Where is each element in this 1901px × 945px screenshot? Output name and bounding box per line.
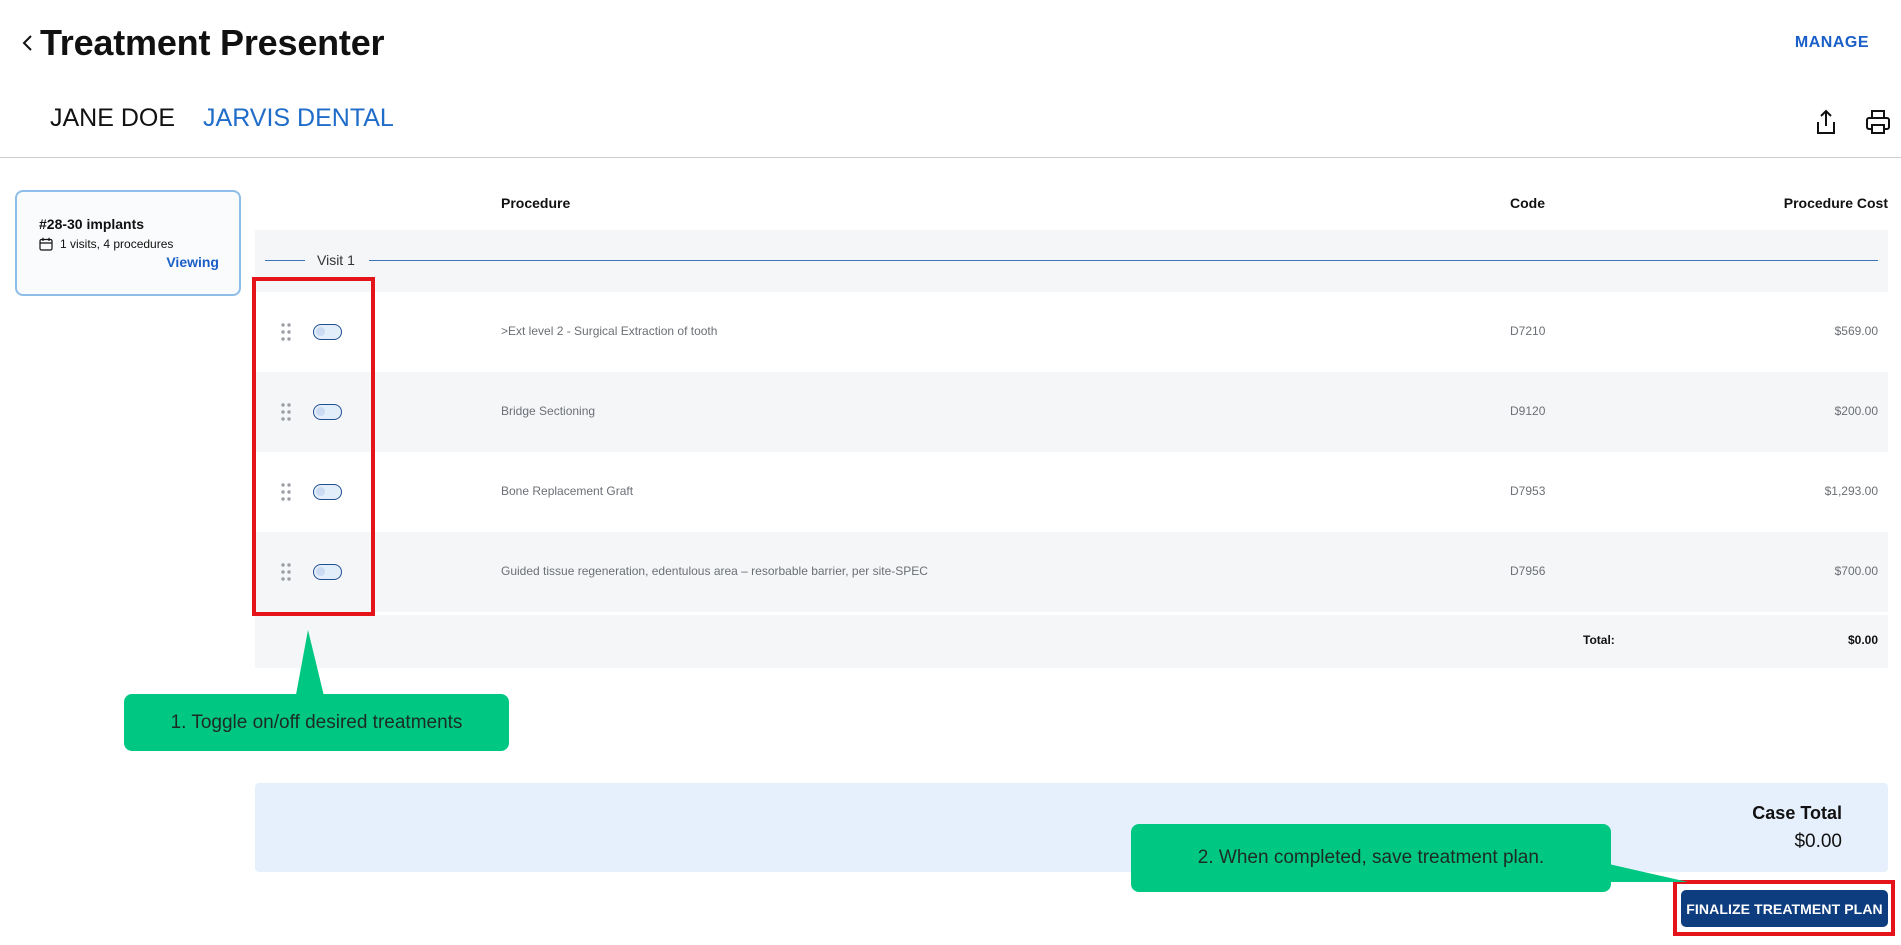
cost-column-header: Procedure Cost xyxy=(1783,195,1888,211)
plan-meta: 1 visits, 4 procedures xyxy=(39,237,219,251)
plan-meta-text: 1 visits, 4 procedures xyxy=(60,237,174,251)
practice-name-tab[interactable]: JARVIS DENTAL xyxy=(203,104,394,133)
patient-name-tab[interactable]: JANE DOE xyxy=(50,104,175,133)
procedure-cost: $1,293.00 xyxy=(1824,484,1878,498)
procedure-toggle[interactable] xyxy=(313,564,342,580)
procedure-name: Bone Replacement Graft xyxy=(501,484,634,498)
plan-viewing-status: Viewing xyxy=(166,254,219,270)
visit-divider-right xyxy=(369,260,1878,261)
callout-save-instructions: 2. When completed, save treatment plan. xyxy=(1131,824,1611,892)
procedure-row: Guided tissue regeneration, edentulous a… xyxy=(255,532,1888,612)
drag-handle-icon[interactable] xyxy=(281,562,291,582)
visit-group-header: Visit 1 xyxy=(255,230,1888,292)
header-divider xyxy=(0,157,1901,158)
procedure-name: >Ext level 2 - Surgical Extraction of to… xyxy=(501,324,718,338)
procedure-code: D7953 xyxy=(1510,484,1546,498)
drag-handle-icon[interactable] xyxy=(281,322,291,342)
drag-handle-icon[interactable] xyxy=(281,402,291,422)
case-total-panel: Case Total $0.00 xyxy=(255,783,1888,872)
treatment-plan-card[interactable]: #28-30 implants 1 visits, 4 procedures V… xyxy=(15,190,241,296)
page-title: Treatment Presenter xyxy=(40,22,385,63)
header-tabs: JANE DOE JARVIS DENTAL xyxy=(50,104,394,133)
visit-divider-left xyxy=(265,260,305,261)
case-total-label: Case Total xyxy=(1752,803,1842,823)
visit-total-row: Total: $0.00 xyxy=(255,615,1888,668)
calendar-icon xyxy=(39,237,53,251)
finalize-treatment-plan-button[interactable]: FINALIZE TREATMENT PLAN xyxy=(1681,890,1888,927)
procedure-code: D7210 xyxy=(1510,324,1546,338)
drag-handle-icon[interactable] xyxy=(281,482,291,502)
procedure-cost: $200.00 xyxy=(1834,404,1878,418)
procedure-toggle[interactable] xyxy=(313,324,342,340)
procedure-row: >Ext level 2 - Surgical Extraction of to… xyxy=(255,292,1888,372)
procedure-toggle[interactable] xyxy=(313,484,342,500)
manage-link[interactable]: MANAGE xyxy=(1795,34,1869,52)
procedure-toggle[interactable] xyxy=(313,404,342,420)
code-column-header: Code xyxy=(1510,195,1545,211)
visit-total-value: $0.00 xyxy=(1847,633,1878,647)
callout-toggle-instructions: 1. Toggle on/off desired treatments xyxy=(124,694,509,751)
procedure-code: D7956 xyxy=(1510,564,1546,578)
procedure-cost: $700.00 xyxy=(1834,564,1878,578)
procedure-row: Bridge Sectioning D9120 $200.00 xyxy=(255,372,1888,452)
share-icon[interactable] xyxy=(1813,108,1839,136)
case-total-value: $0.00 xyxy=(1794,831,1842,852)
plan-title: #28-30 implants xyxy=(39,216,145,232)
procedure-name: Guided tissue regeneration, edentulous a… xyxy=(501,564,928,578)
procedure-cost: $569.00 xyxy=(1834,324,1878,338)
procedure-row: Bone Replacement Graft D7953 $1,293.00 xyxy=(255,452,1888,532)
procedure-column-header: Procedure xyxy=(501,195,571,211)
visit-total-label: Total: xyxy=(1583,633,1615,647)
visit-label: Visit 1 xyxy=(317,252,355,268)
procedure-code: D9120 xyxy=(1510,404,1546,418)
back-chevron-icon[interactable] xyxy=(20,32,36,54)
procedure-name: Bridge Sectioning xyxy=(501,404,596,418)
print-icon[interactable] xyxy=(1865,108,1891,136)
